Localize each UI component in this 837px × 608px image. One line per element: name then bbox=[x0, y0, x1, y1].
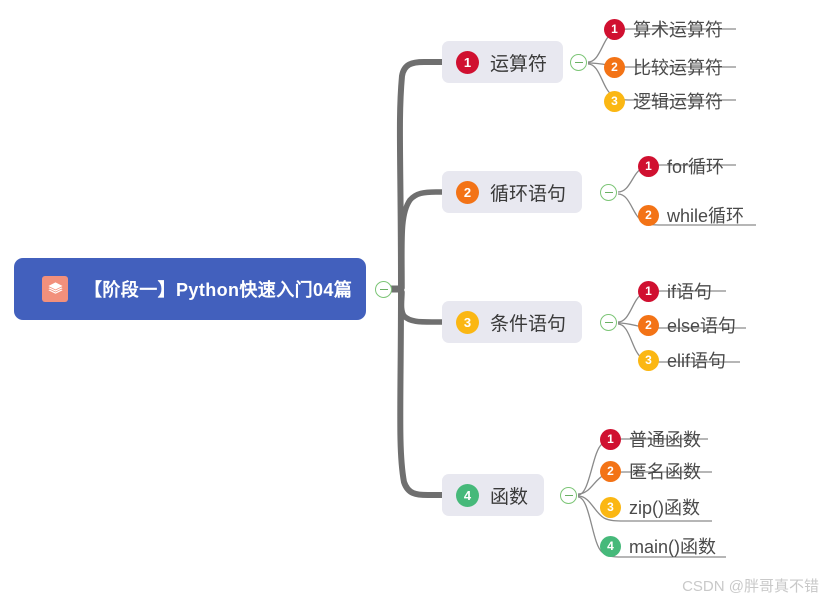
branch-node-2[interactable]: 2 循环语句 bbox=[442, 171, 583, 213]
leaf-1-2-label: 比较运算符 bbox=[633, 58, 723, 78]
leaf-node-4-1[interactable]: 1 普通函数 bbox=[600, 424, 701, 454]
leaf-node-3-3[interactable]: 3 elif语句 bbox=[638, 345, 726, 375]
leaf-3-1-label: if语句 bbox=[667, 282, 712, 302]
leaf-1-3-badge: 3 bbox=[604, 90, 625, 112]
collapse-root-toggle-icon[interactable] bbox=[375, 281, 392, 298]
leaf-node-4-4[interactable]: 4 main()函数 bbox=[600, 531, 716, 561]
leaf-2-1-label: for循环 bbox=[667, 157, 725, 177]
mindmap-canvas: 【阶段一】Python快速入门04篇 1 运算符 1 算术运算符 2 比较运算符… bbox=[0, 0, 837, 608]
branch-4-badge: 4 bbox=[456, 483, 479, 507]
leaf-4-1-badge: 1 bbox=[600, 428, 621, 450]
leaf-node-4-3[interactable]: 3 zip()函数 bbox=[600, 492, 700, 522]
collapse-branch-1-toggle-icon[interactable] bbox=[570, 54, 587, 71]
leaf-3-2-label: else语句 bbox=[667, 316, 737, 336]
leaf-4-3-label: zip()函数 bbox=[629, 498, 700, 518]
branch-3-badge: 3 bbox=[456, 310, 479, 334]
leaf-node-3-2[interactable]: 2 else语句 bbox=[638, 310, 736, 340]
layers-icon bbox=[42, 276, 68, 302]
branch-node-3[interactable]: 3 条件语句 bbox=[442, 301, 583, 343]
leaf-3-1-badge: 1 bbox=[638, 280, 659, 302]
root-label: 【阶段一】Python快速入门04篇 bbox=[84, 280, 353, 300]
branch-node-4[interactable]: 4 函数 bbox=[442, 474, 545, 516]
leaf-node-2-2[interactable]: 2 while循环 bbox=[638, 200, 744, 230]
leaf-4-4-badge: 4 bbox=[600, 535, 621, 557]
collapse-branch-2-toggle-icon[interactable] bbox=[600, 184, 617, 201]
branch-2-label: 循环语句 bbox=[490, 183, 567, 205]
root-node[interactable]: 【阶段一】Python快速入门04篇 bbox=[14, 258, 366, 320]
branch-1-badge: 1 bbox=[456, 50, 479, 74]
collapse-branch-3-toggle-icon[interactable] bbox=[600, 314, 617, 331]
leaf-node-2-1[interactable]: 1 for循环 bbox=[638, 151, 724, 181]
branch-3-label: 条件语句 bbox=[490, 313, 567, 335]
leaf-4-2-label: 匿名函数 bbox=[629, 462, 701, 482]
leaf-4-2-badge: 2 bbox=[600, 460, 621, 482]
leaf-1-1-label: 算术运算符 bbox=[633, 20, 723, 40]
branch-2-badge: 2 bbox=[456, 180, 479, 204]
watermark: CSDN @胖哥真不错 bbox=[682, 578, 819, 595]
branch-4-label: 函数 bbox=[490, 486, 529, 508]
branch-node-1[interactable]: 1 运算符 bbox=[442, 41, 564, 83]
collapse-branch-4-toggle-icon[interactable] bbox=[560, 487, 577, 504]
leaf-4-4-label: main()函数 bbox=[629, 537, 717, 557]
leaf-3-2-badge: 2 bbox=[638, 314, 659, 336]
leaf-4-1-label: 普通函数 bbox=[629, 430, 701, 450]
leaf-1-3-label: 逻辑运算符 bbox=[633, 92, 723, 112]
leaf-2-1-badge: 1 bbox=[638, 155, 659, 177]
leaf-1-2-badge: 2 bbox=[604, 56, 625, 78]
branch-1-label: 运算符 bbox=[490, 53, 548, 75]
leaf-node-4-2[interactable]: 2 匿名函数 bbox=[600, 456, 701, 486]
leaf-4-3-badge: 3 bbox=[600, 496, 621, 518]
leaf-2-2-badge: 2 bbox=[638, 204, 659, 226]
leaf-2-2-label: while循环 bbox=[667, 206, 745, 226]
leaf-node-1-2[interactable]: 2 比较运算符 bbox=[604, 52, 723, 82]
leaf-node-1-1[interactable]: 1 算术运算符 bbox=[604, 14, 723, 44]
leaf-1-1-badge: 1 bbox=[604, 18, 625, 40]
leaf-node-3-1[interactable]: 1 if语句 bbox=[638, 276, 712, 306]
leaf-node-1-3[interactable]: 3 逻辑运算符 bbox=[604, 86, 723, 116]
leaf-3-3-label: elif语句 bbox=[667, 351, 727, 371]
leaf-3-3-badge: 3 bbox=[638, 349, 659, 371]
